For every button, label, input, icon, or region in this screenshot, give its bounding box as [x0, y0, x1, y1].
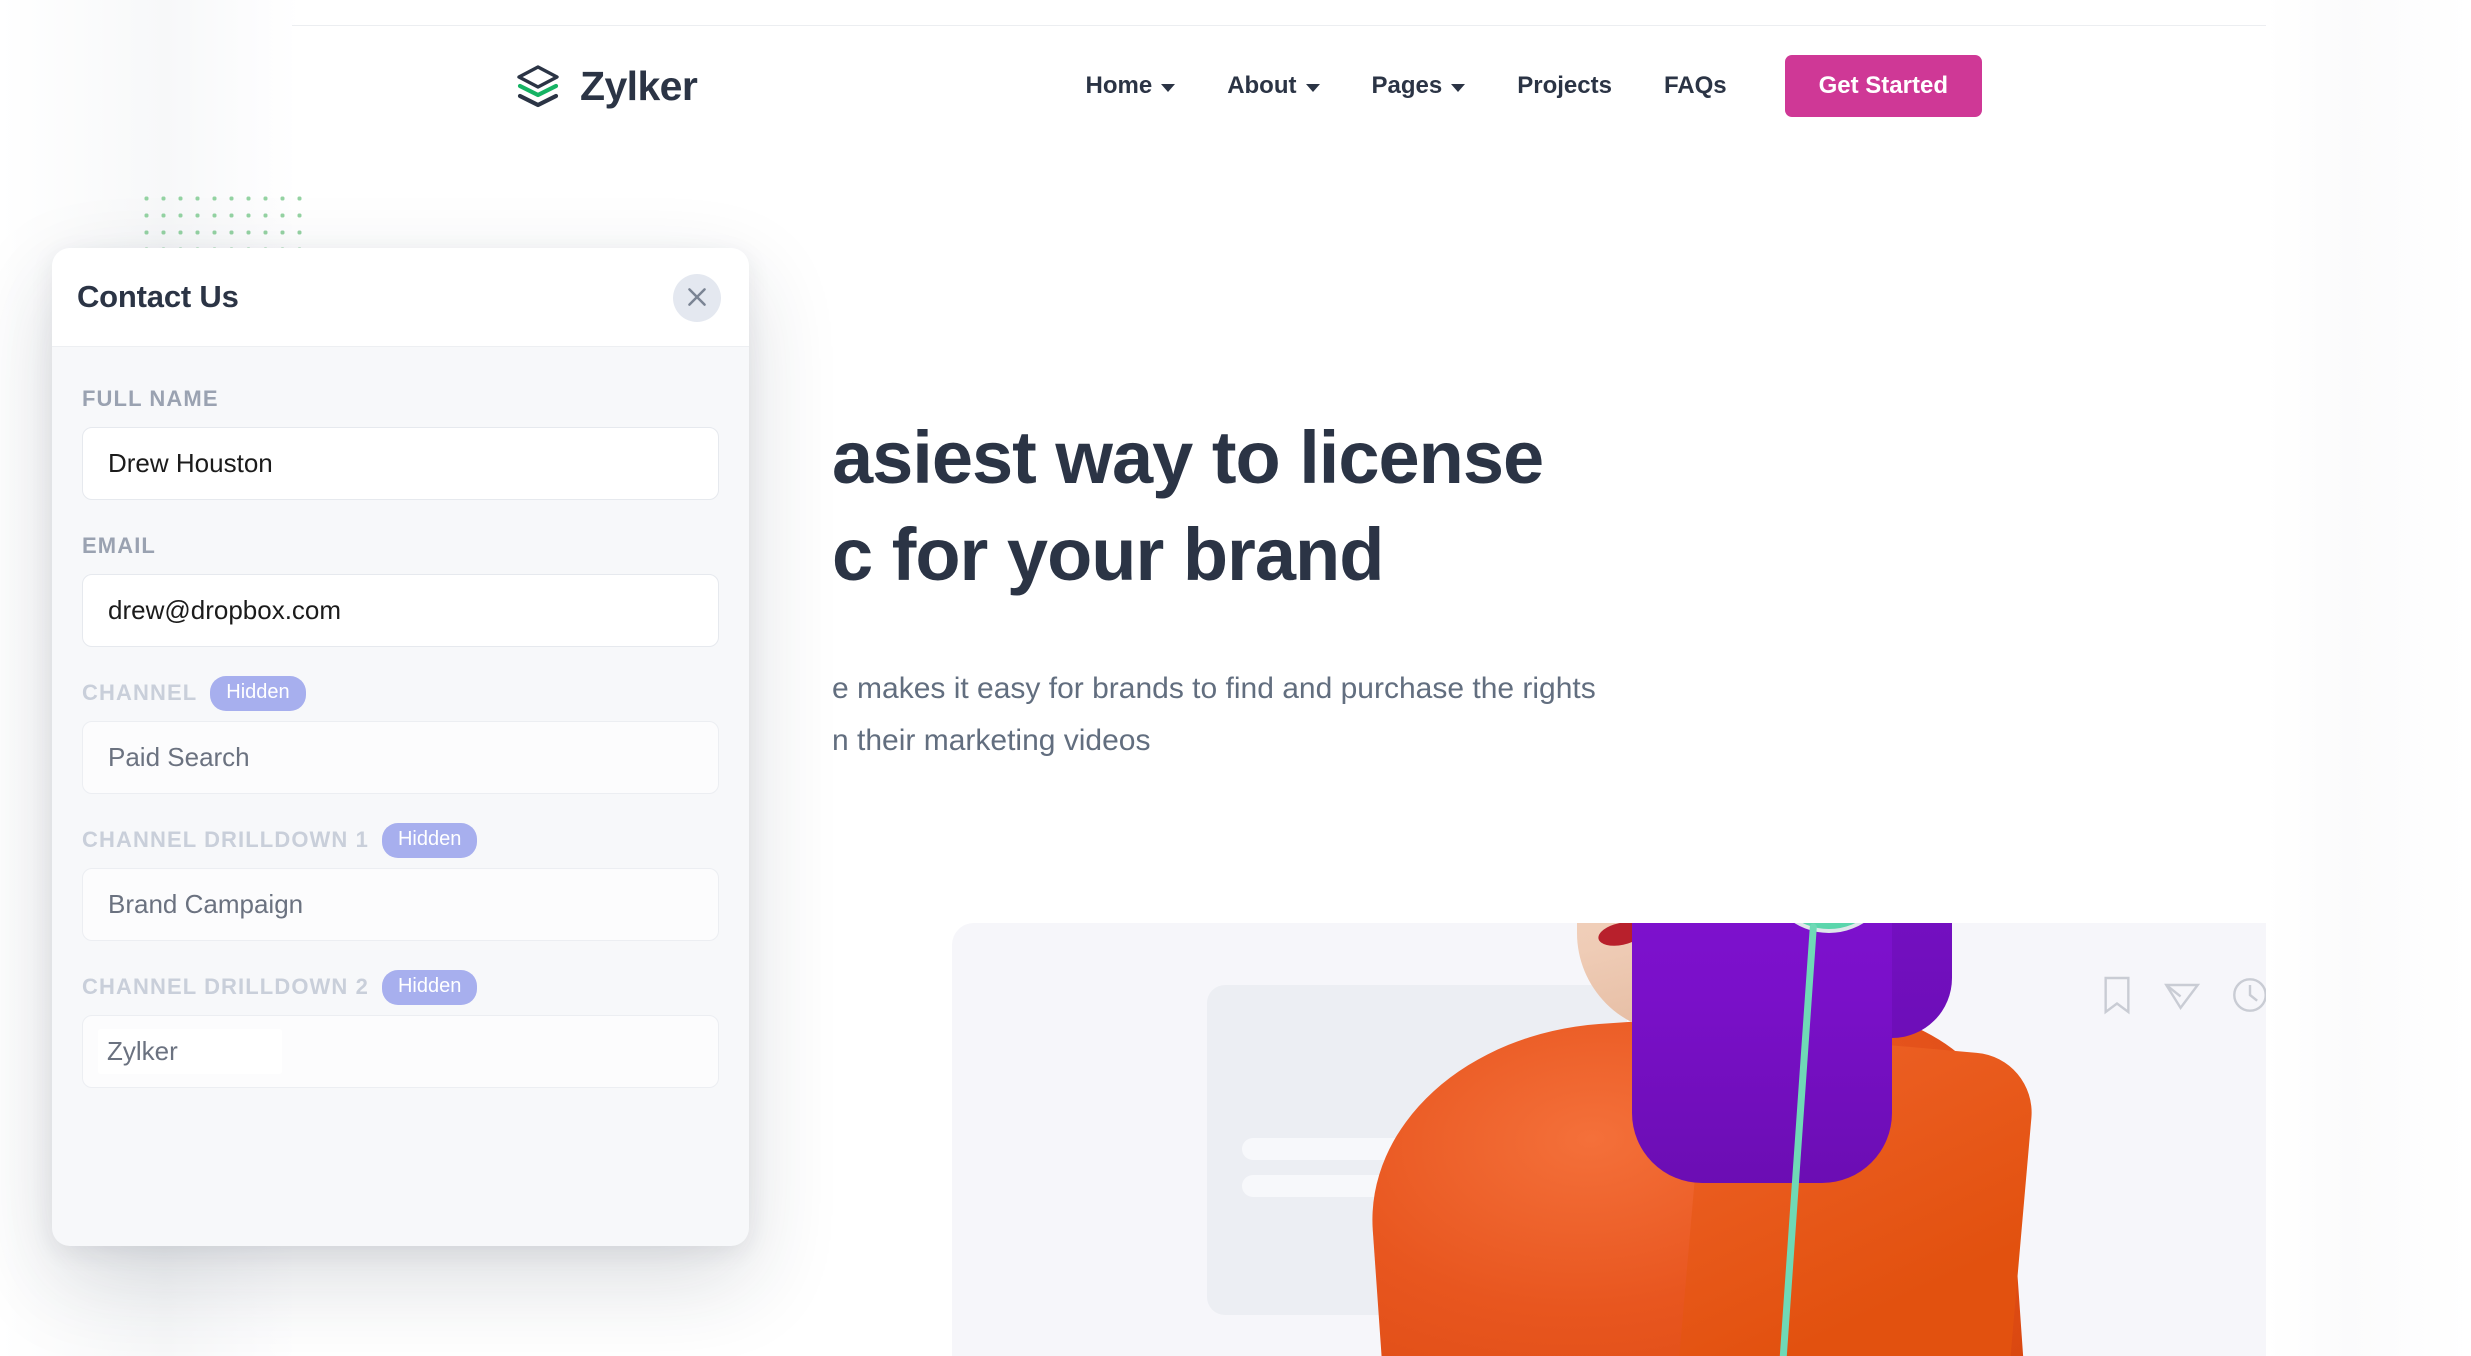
hidden-badge: Hidden — [381, 822, 478, 858]
close-button[interactable] — [673, 274, 721, 322]
nav-item-label: Home — [1085, 72, 1153, 99]
send-icon[interactable] — [2162, 975, 2202, 1015]
channel-drilldown-1-input[interactable] — [82, 868, 719, 941]
channel-drilldown-1-input-wrap — [82, 868, 719, 941]
site-navbar: Zylker Home About Pages Projects FAQs Ge… — [292, 26, 2269, 146]
hero-card-icons — [2100, 975, 2269, 1015]
field-label: CHANNEL DRILLDOWN 2 — [82, 974, 369, 999]
hero-heading: asiest way to license c for your brand — [832, 416, 1544, 596]
panel-body: FULL NAME EMAIL CHANNEL Hidden — [52, 347, 749, 1088]
channel-drilldown-2-value: Zylker — [107, 1036, 178, 1066]
field-label-row: CHANNEL DRILLDOWN 2 Hidden — [82, 969, 719, 1005]
nav-item-label: Projects — [1517, 72, 1612, 99]
field-label: CHANNEL — [82, 680, 198, 705]
nav-item-label: FAQs — [1663, 72, 1727, 99]
chevron-down-icon — [1161, 84, 1176, 92]
field-label: FULL NAME — [82, 386, 219, 411]
hidden-badge: Hidden — [381, 969, 478, 1005]
field-label-row: FULL NAME — [82, 383, 719, 415]
hero-subtext: e makes it easy for brands to find and p… — [832, 672, 1596, 757]
field-email: EMAIL — [82, 530, 719, 647]
field-label: EMAIL — [82, 533, 156, 558]
bookmark-icon[interactable] — [2100, 975, 2134, 1015]
field-label: CHANNEL DRILLDOWN 1 — [82, 827, 369, 852]
field-channel: CHANNEL Hidden — [82, 675, 719, 794]
chevron-down-icon — [1305, 84, 1320, 92]
hero-media-card — [952, 923, 2269, 1356]
field-channel-drilldown-2: CHANNEL DRILLDOWN 2 Hidden Zylker — [82, 969, 719, 1088]
channel-drilldown-2-input-wrap: Zylker — [82, 1015, 719, 1088]
nav-links: Home About Pages Projects FAQs Get Start… — [1060, 55, 1982, 117]
email-input[interactable] — [82, 574, 719, 647]
brand-name: Zylker — [580, 62, 698, 109]
contact-us-panel: Contact Us FULL NAME EMAIL — [52, 248, 749, 1246]
field-label-row: CHANNEL DRILLDOWN 1 Hidden — [82, 822, 719, 858]
layers-stack-icon — [514, 62, 562, 110]
field-label-row: EMAIL — [82, 530, 719, 562]
field-label-row: CHANNEL Hidden — [82, 675, 719, 711]
hero-photo-model — [1359, 923, 2037, 1356]
panel-header: Contact Us — [52, 248, 749, 347]
nav-item-about[interactable]: About — [1201, 72, 1345, 100]
nav-item-label: Pages — [1371, 72, 1443, 99]
screenshot-root: asiest way to license c for your brand e… — [0, 0, 2471, 1356]
get-started-button[interactable]: Get Started — [1784, 55, 1982, 117]
clock-icon[interactable] — [2230, 975, 2269, 1015]
nav-item-label: About — [1227, 72, 1297, 99]
channel-input-wrap — [82, 721, 719, 794]
channel-input[interactable] — [82, 721, 719, 794]
chevron-down-icon — [1451, 84, 1466, 92]
hidden-badge: Hidden — [210, 675, 306, 711]
brand-logo-group[interactable]: Zylker — [514, 62, 698, 110]
panel-title: Contact Us — [77, 279, 239, 314]
nav-item-home[interactable]: Home — [1060, 72, 1202, 100]
full-name-input[interactable] — [82, 427, 719, 500]
nav-item-pages[interactable]: Pages — [1346, 72, 1492, 100]
field-channel-drilldown-1: CHANNEL DRILLDOWN 1 Hidden — [82, 822, 719, 941]
nav-item-projects[interactable]: Projects — [1491, 72, 1638, 100]
nav-item-faqs[interactable]: FAQs — [1638, 72, 1753, 100]
dot-pattern-right — [2262, 188, 2430, 452]
close-icon — [684, 284, 710, 313]
field-full-name: FULL NAME — [82, 383, 719, 500]
